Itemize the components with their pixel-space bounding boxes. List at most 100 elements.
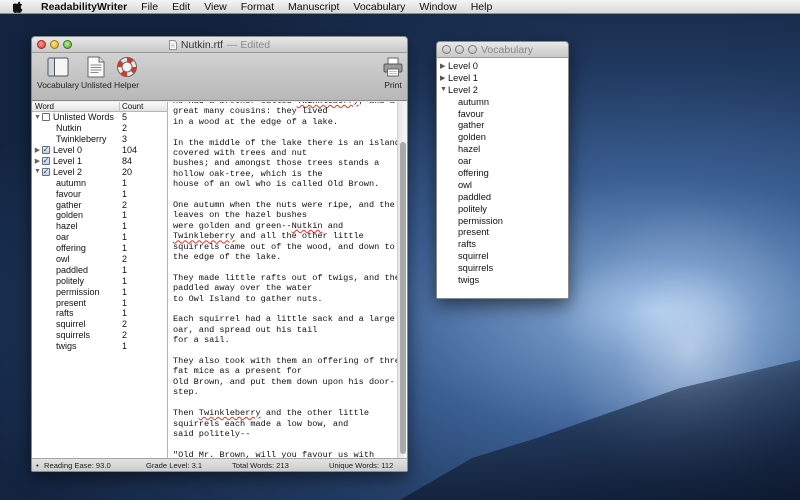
close-window-button[interactable] xyxy=(37,40,46,49)
menu-edit[interactable]: Edit xyxy=(165,0,197,14)
manuscript-text-area[interactable]: He had a brother called Twinkleberry, an… xyxy=(169,102,397,458)
vocabulary-word-item[interactable]: squirrel xyxy=(437,250,568,262)
word-row[interactable]: hazel 1 xyxy=(32,221,167,232)
word-row[interactable]: Nutkin 2 xyxy=(32,123,167,134)
word-row[interactable]: offering 1 xyxy=(32,243,167,254)
vocabulary-word-item[interactable]: golden xyxy=(437,131,568,143)
word-row[interactable]: owl 2 xyxy=(32,254,167,265)
status-indicator-dot: • xyxy=(36,461,39,470)
disclosure-open-icon[interactable]: ▼ xyxy=(34,114,41,121)
word-cell: favour xyxy=(32,189,120,199)
menu-help[interactable]: Help xyxy=(464,0,500,14)
word-row[interactable]: favour 1 xyxy=(32,188,167,199)
group-checkbox[interactable]: ✓ xyxy=(42,146,50,155)
menu-app-name[interactable]: ReadabilityWriter xyxy=(34,0,134,14)
vocabulary-level-item[interactable]: ▶ Level 0 xyxy=(437,60,568,72)
word-row[interactable]: rafts 1 xyxy=(32,308,167,319)
vocabulary-word-item[interactable]: present xyxy=(437,226,568,238)
disclosure-closed-icon[interactable]: ▶ xyxy=(34,146,41,154)
text-run: great many cousins: they lived in a wood… xyxy=(173,106,339,127)
vocabulary-word-item[interactable]: permission xyxy=(437,215,568,227)
unlisted-toolbar-button[interactable]: Unlisted xyxy=(81,56,112,90)
group-checkbox[interactable]: ✓ xyxy=(42,157,50,165)
vocabulary-word-item[interactable]: paddled xyxy=(437,191,568,203)
vocabulary-word-item[interactable]: twigs xyxy=(437,274,568,286)
menu-file[interactable]: File xyxy=(134,0,165,14)
text-scrollbar[interactable] xyxy=(397,102,407,458)
word-row[interactable]: politely 1 xyxy=(32,275,167,286)
vocabulary-word-item[interactable]: politely xyxy=(437,203,568,215)
word-label: present xyxy=(56,297,87,308)
disclosure-closed-icon[interactable]: ▶ xyxy=(437,62,445,70)
word-cell: ▶ ✓ Level 1 xyxy=(32,156,120,166)
word-list-header: Word Count xyxy=(32,102,167,112)
group-checkbox[interactable] xyxy=(42,113,50,122)
menu-manuscript[interactable]: Manuscript xyxy=(281,0,346,14)
word-row[interactable]: golden 1 xyxy=(32,210,167,221)
zoom-window-button[interactable] xyxy=(63,40,72,49)
vocabulary-titlebar[interactable]: Vocabulary xyxy=(437,42,568,58)
vocabulary-toolbar-button[interactable]: Vocabulary xyxy=(37,56,79,90)
menu-window[interactable]: Window xyxy=(412,0,463,14)
status-bar: • Reading Ease: 93.0 Grade Level: 3.1 To… xyxy=(32,458,407,471)
menu-vocabulary[interactable]: Vocabulary xyxy=(346,0,412,14)
disclosure-closed-icon[interactable]: ▶ xyxy=(34,157,41,165)
vocabulary-level-item[interactable]: ▶ Level 1 xyxy=(437,72,568,84)
word-group-row[interactable]: ▼ ✓ Level 2 20 xyxy=(32,166,167,177)
word-row[interactable]: squirrels 2 xyxy=(32,330,167,341)
vocabulary-item-label: present xyxy=(458,227,490,238)
disclosure-open-icon[interactable]: ▼ xyxy=(437,86,447,93)
word-group-row[interactable]: ▼ Unlisted Words 5 xyxy=(32,112,167,123)
word-group-row[interactable]: ▶ ✓ Level 0 104 xyxy=(32,145,167,156)
word-row[interactable]: paddled 1 xyxy=(32,264,167,275)
word-column-header[interactable]: Word xyxy=(32,102,120,111)
word-cell: Nutkin xyxy=(32,123,120,133)
word-row[interactable]: oar 1 xyxy=(32,232,167,243)
word-count: 2 xyxy=(122,330,128,341)
helper-toolbar-button[interactable]: Helper xyxy=(114,56,139,90)
word-row[interactable]: twigs 1 xyxy=(32,341,167,352)
vocabulary-word-item[interactable]: offering xyxy=(437,167,568,179)
word-row[interactable]: present 1 xyxy=(32,297,167,308)
vocabulary-word-item[interactable]: favour xyxy=(437,108,568,120)
vocabulary-item-label: oar xyxy=(458,156,472,167)
apple-menu-icon[interactable] xyxy=(10,1,26,13)
group-checkbox[interactable]: ✓ xyxy=(42,167,50,176)
document-titlebar[interactable]: Nutkin.rtf — Edited xyxy=(32,37,407,53)
vocabulary-word-item[interactable]: oar xyxy=(437,155,568,167)
vocabulary-word-item[interactable]: gather xyxy=(437,119,568,131)
word-count: 1 xyxy=(122,210,128,221)
text-scrollbar-thumb[interactable] xyxy=(400,142,406,454)
vocabulary-word-item[interactable]: rafts xyxy=(437,238,568,250)
menu-format[interactable]: Format xyxy=(234,0,281,14)
disclosure-closed-icon[interactable]: ▶ xyxy=(437,74,445,82)
count-column-header[interactable]: Count xyxy=(120,102,143,111)
word-label: hazel xyxy=(56,221,78,232)
disclosure-open-icon[interactable]: ▼ xyxy=(34,168,41,175)
word-row[interactable]: permission 1 xyxy=(32,286,167,297)
manuscript-paragraph: They made little rafts out of twigs, and… xyxy=(173,273,397,304)
vocabulary-close-button[interactable] xyxy=(442,45,451,54)
word-row[interactable]: gather 2 xyxy=(32,199,167,210)
vocabulary-item-label: Level 2 xyxy=(448,84,478,95)
document-list-icon xyxy=(85,56,107,78)
vocabulary-zoom-button[interactable] xyxy=(468,45,477,54)
vocabulary-word-item[interactable]: autumn xyxy=(437,96,568,108)
vocabulary-window-controls xyxy=(442,45,477,54)
document-title: Nutkin.rtf xyxy=(180,38,223,51)
word-row[interactable]: squirrel 2 xyxy=(32,319,167,330)
minimize-window-button[interactable] xyxy=(50,40,59,49)
helper-toolbar-label: Helper xyxy=(114,80,140,90)
vocabulary-minimize-button[interactable] xyxy=(455,45,464,54)
vocabulary-word-item[interactable]: squirrels xyxy=(437,262,568,274)
print-toolbar-button[interactable]: Print xyxy=(382,56,404,90)
vocabulary-word-item[interactable]: owl xyxy=(437,179,568,191)
vocabulary-item-label: rafts xyxy=(458,239,477,250)
vocabulary-level-item[interactable]: ▼ Level 2 xyxy=(437,84,568,96)
vocabulary-word-item[interactable]: hazel xyxy=(437,143,568,155)
menu-view[interactable]: View xyxy=(197,0,234,14)
word-row[interactable]: autumn 1 xyxy=(32,177,167,188)
word-label: owl xyxy=(56,254,70,265)
word-group-row[interactable]: ▶ ✓ Level 1 84 xyxy=(32,156,167,167)
word-row[interactable]: Twinkleberry 3 xyxy=(32,134,167,145)
